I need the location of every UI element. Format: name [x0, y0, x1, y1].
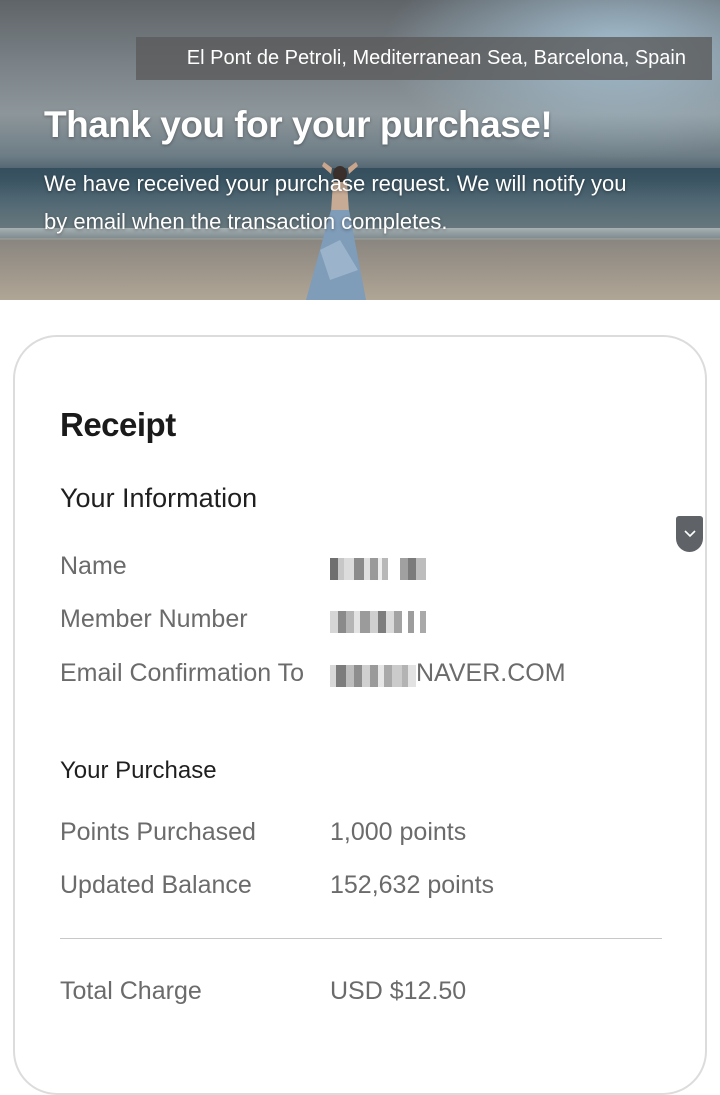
- updated-balance-label: Updated Balance: [60, 871, 252, 899]
- your-purchase-heading: Your Purchase: [60, 757, 217, 784]
- name-label: Name: [60, 552, 127, 580]
- total-charge-label: Total Charge: [60, 977, 202, 1005]
- points-purchased-value: 1,000 points: [330, 818, 467, 846]
- receipt-title: Receipt: [60, 406, 176, 443]
- total-divider: [60, 938, 662, 939]
- location-label: El Pont de Petroli, Mediterranean Sea, B…: [136, 37, 712, 80]
- email-confirmation-label: Email Confirmation To: [60, 659, 305, 687]
- redacted-block: [330, 657, 416, 691]
- total-charge-value: USD $12.50: [330, 977, 467, 1005]
- redacted-block: [330, 603, 426, 637]
- redacted-block: [330, 550, 426, 584]
- updated-balance-value: 152,632 points: [330, 871, 495, 899]
- hero-message: We have received your purchase request. …: [44, 171, 627, 234]
- chevron-down-icon: [683, 530, 696, 538]
- member-number-label: Member Number: [60, 605, 248, 633]
- hero-title: Thank you for your purchase!: [44, 104, 553, 145]
- email-domain: NAVER.COM: [416, 659, 566, 687]
- email-confirmation-value: NAVER.COM: [330, 656, 566, 691]
- points-purchased-label: Points Purchased: [60, 818, 256, 846]
- your-information-heading: Your Information: [60, 483, 258, 513]
- collapse-button[interactable]: [676, 516, 703, 552]
- name-value-redacted: [330, 549, 426, 584]
- hero-banner: El Pont de Petroli, Mediterranean Sea, B…: [0, 0, 720, 300]
- member-number-value-redacted: [330, 602, 426, 637]
